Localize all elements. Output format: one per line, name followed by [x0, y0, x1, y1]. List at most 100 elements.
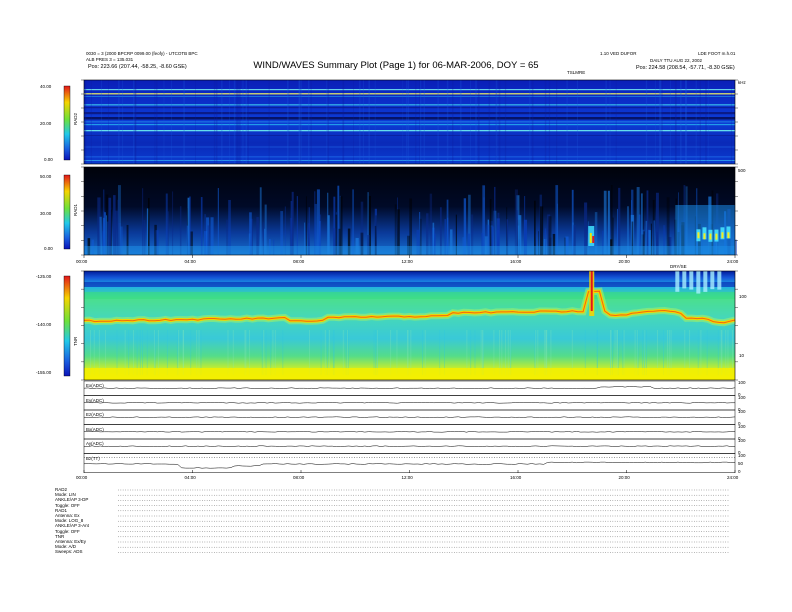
tnr-late-patch	[675, 271, 680, 292]
rad1-ytick-bottom: 0.00	[44, 246, 53, 251]
rad2-streak	[238, 80, 241, 164]
rad2-streak	[326, 80, 328, 164]
rad2-panel	[83, 79, 736, 165]
rad2-streak	[544, 80, 547, 164]
hk-label: Bz(TT)	[86, 455, 100, 461]
rad2-streak	[154, 80, 156, 164]
tnr-ytick-bottom: -155.00	[36, 370, 52, 375]
rad1-streak	[607, 190, 610, 255]
hk-label: Ez(ADC)	[86, 412, 104, 417]
rad2-streak	[730, 80, 732, 164]
rad2-streak	[469, 80, 471, 164]
rad2-colorbar	[63, 85, 71, 161]
rad2-band	[84, 124, 735, 126]
rad1-streak	[352, 189, 354, 255]
hk-xtick-label: 20:00	[618, 475, 630, 480]
hk-label: Ey(ADC)	[86, 397, 104, 403]
rad2-band	[84, 117, 735, 120]
rad2-streak	[163, 80, 165, 164]
rad2-streak	[705, 80, 707, 164]
rad1-streak	[172, 191, 174, 255]
rad1-streak	[291, 191, 294, 255]
hk-xtick-label: 24:00	[727, 475, 739, 480]
rad2-streak	[268, 80, 270, 164]
hk-label: Bx(ADC)	[86, 426, 104, 432]
rad2-streak	[402, 80, 404, 164]
rad2-streak	[368, 80, 371, 164]
rad2-band	[84, 160, 735, 161]
rad2-band	[84, 135, 735, 136]
rad2-streak	[299, 80, 301, 164]
rad2-streak	[566, 80, 568, 164]
rad2-streak	[699, 80, 701, 164]
rad2-streak	[133, 80, 135, 164]
rad2-streak	[488, 80, 491, 164]
rad2-band	[84, 156, 735, 158]
rad2-band	[84, 96, 735, 97]
rad1-xtick-label: 00:00	[76, 259, 88, 264]
hk-trace	[83, 416, 736, 418]
rad2-streak	[695, 80, 697, 164]
rad1-streak	[555, 185, 559, 255]
rad2-band	[84, 89, 735, 91]
rad2-streak	[423, 80, 425, 164]
rad1-streak	[618, 187, 621, 255]
rad2-streak	[242, 80, 244, 164]
tnr-right-tick-10: 10	[739, 353, 745, 358]
tnr-ytick-top: -125.00	[36, 274, 52, 279]
rad1-xtick-label: 16:00	[510, 259, 522, 264]
rad2-ylabel: RAD2	[73, 112, 78, 125]
rad1-xtick-label: 12:00	[401, 259, 413, 264]
rad2-streak	[419, 80, 420, 164]
hk-trace	[83, 461, 736, 469]
rad1-burst-1-core	[589, 233, 592, 243]
rad2-streak	[85, 80, 87, 164]
rad2-streak	[235, 80, 238, 164]
rad2-streak	[708, 80, 709, 164]
rad2-streak	[407, 80, 410, 164]
rad2-streak	[477, 80, 480, 164]
rad1-streak	[603, 190, 607, 255]
rad2-streak	[247, 80, 249, 164]
rad1-streak	[494, 186, 496, 255]
rad1-xtick-label: 04:00	[184, 259, 196, 264]
rad1-ylabel: RAD1	[73, 203, 78, 216]
rad2-band	[84, 130, 735, 132]
rad2-streak	[685, 80, 688, 164]
rad2-streak	[420, 80, 422, 164]
rad2-streak	[100, 80, 102, 164]
rad2-streak	[609, 80, 611, 164]
rad2-streak	[229, 80, 230, 164]
rad1-colorbar	[63, 174, 71, 250]
hk-right-tick: 100	[738, 452, 746, 458]
rad1-burst-2-core	[703, 233, 706, 240]
rad2-band	[84, 107, 735, 109]
rad1-panel	[83, 166, 737, 256]
rad1-streak	[655, 192, 659, 255]
hk-xtick-label: 04:00	[184, 475, 196, 480]
rad2-band	[84, 112, 735, 115]
tnr-right-label: kHz	[738, 80, 746, 85]
rad1-burst-2-core	[721, 232, 724, 239]
rad1-burst-2-core	[727, 232, 730, 239]
hk-right-tick: 100	[738, 423, 746, 429]
tnr-top-label: DRY/SE	[670, 264, 687, 269]
tnr-late-patch	[703, 271, 708, 292]
rad2-ytick-bottom: 0.00	[44, 157, 53, 162]
rad2-streak	[674, 80, 677, 164]
tnr-late-patch	[710, 271, 715, 290]
rad2-streak	[213, 80, 216, 164]
rad2-streak	[548, 80, 551, 164]
hk-xtick-label: 16:00	[510, 475, 522, 480]
rad2-band	[84, 121, 735, 123]
rad1-burst-1-peak	[592, 236, 595, 243]
rad2-streak	[495, 80, 498, 164]
tnr-ytick-mid: -140.00	[36, 322, 52, 327]
hk-trace	[83, 431, 735, 433]
rad2-streak	[195, 80, 196, 164]
rad1-streak	[314, 191, 316, 255]
rad1-burst-2-core	[697, 232, 700, 239]
rad1-streak	[259, 187, 262, 255]
rad2-streak	[359, 80, 361, 164]
rad2-streak	[451, 80, 454, 164]
